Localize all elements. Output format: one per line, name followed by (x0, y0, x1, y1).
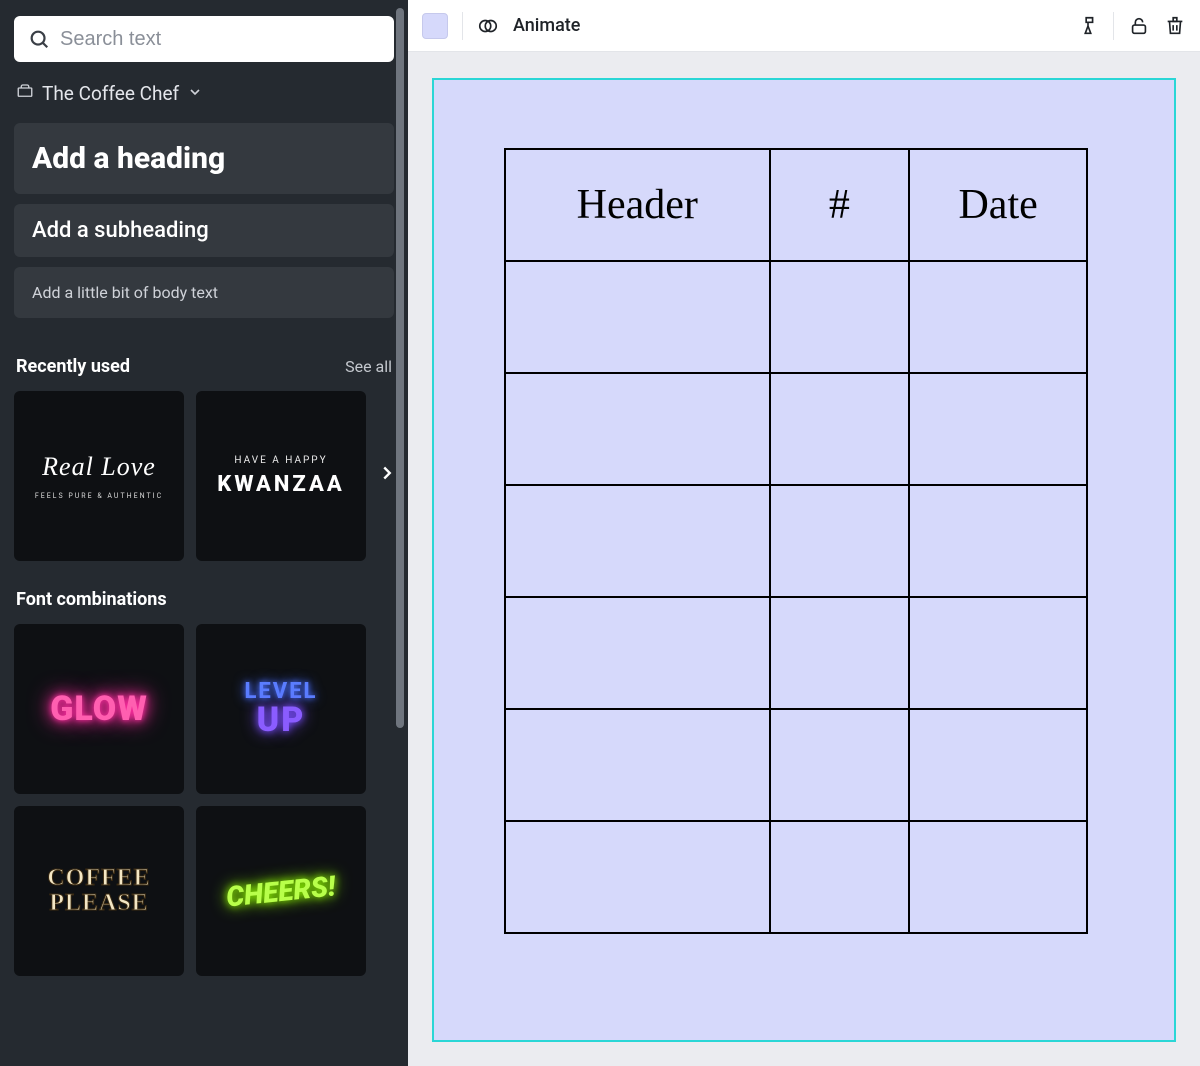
font-combo-row-2: COFFEE PLEASE CHEERS! (14, 806, 394, 976)
search-input[interactable] (60, 28, 380, 51)
table-header-cell[interactable]: Header (505, 149, 770, 261)
text-sidebar: The Coffee Chef Add a heading Add a subh… (0, 0, 408, 1066)
tile-sub: HAVE A HAPPY (234, 455, 327, 466)
brandkit-label: The Coffee Chef (42, 82, 179, 105)
font-combo-row-1: GLOW LEVEL UP (14, 624, 394, 794)
sidebar-scrollbar[interactable] (396, 8, 404, 728)
text-template-cheers[interactable]: CHEERS! (196, 806, 366, 976)
table-row[interactable] (505, 485, 1087, 597)
canvas-viewport[interactable]: Header # Date (408, 52, 1200, 1066)
search-icon (28, 28, 50, 50)
lock-icon[interactable] (1128, 15, 1150, 37)
tile-label-b: UP (257, 700, 306, 740)
table-header-cell[interactable]: Date (909, 149, 1087, 261)
recently-used-tiles: Real Love FEELS PURE & AUTHENTIC HAVE A … (14, 391, 394, 561)
context-toolbar: Animate (408, 0, 1200, 52)
tile-label: CHEERS! (225, 869, 337, 913)
table-header-cell[interactable]: # (770, 149, 910, 261)
copy-style-icon[interactable] (1077, 15, 1099, 37)
search-field[interactable] (14, 16, 394, 62)
table-row[interactable] (505, 261, 1087, 373)
background-color-swatch[interactable] (422, 13, 448, 39)
text-template-kwanzaa[interactable]: HAVE A HAPPY KWANZAA (196, 391, 366, 561)
toolbar-divider (1113, 12, 1114, 40)
recently-used-header: Recently used See all (16, 356, 392, 377)
text-template-levelup[interactable]: LEVEL UP (196, 624, 366, 794)
font-combinations-title: Font combinations (16, 589, 167, 610)
recently-used-title: Recently used (16, 356, 130, 377)
text-template-coffee[interactable]: COFFEE PLEASE (14, 806, 184, 976)
tile-label-b: PLEASE (49, 891, 148, 916)
carousel-next-button[interactable] (376, 462, 398, 490)
animate-button[interactable]: Animate (513, 15, 580, 36)
add-subheading-button[interactable]: Add a subheading (14, 204, 394, 257)
editor-area: Animate (408, 0, 1200, 1066)
transparency-icon[interactable] (477, 15, 499, 37)
table-row[interactable] (505, 821, 1087, 933)
table-header-row[interactable]: Header # Date (505, 149, 1087, 261)
add-body-text-button[interactable]: Add a little bit of body text (14, 267, 394, 318)
text-template-real-love[interactable]: Real Love FEELS PURE & AUTHENTIC (14, 391, 184, 561)
design-page[interactable]: Header # Date (434, 80, 1174, 1040)
table-row[interactable] (505, 709, 1087, 821)
table-row[interactable] (505, 597, 1087, 709)
trash-icon[interactable] (1164, 15, 1186, 37)
brandkit-selector[interactable]: The Coffee Chef (16, 82, 394, 105)
tile-label: GLOW (50, 689, 148, 729)
brandkit-icon (16, 82, 34, 105)
tile-label: Real Love (42, 452, 156, 482)
tile-label-a: COFFEE (47, 866, 150, 891)
text-template-glow[interactable]: GLOW (14, 624, 184, 794)
chevron-down-icon (187, 82, 203, 105)
add-heading-button[interactable]: Add a heading (14, 123, 394, 194)
canvas-table[interactable]: Header # Date (504, 148, 1088, 934)
font-combinations-header: Font combinations (16, 589, 392, 610)
table-row[interactable] (505, 373, 1087, 485)
see-all-recently-used[interactable]: See all (345, 357, 392, 376)
toolbar-divider (462, 12, 463, 40)
tile-sub: FEELS PURE & AUTHENTIC (35, 492, 163, 500)
tile-label: KWANZAA (217, 472, 344, 497)
